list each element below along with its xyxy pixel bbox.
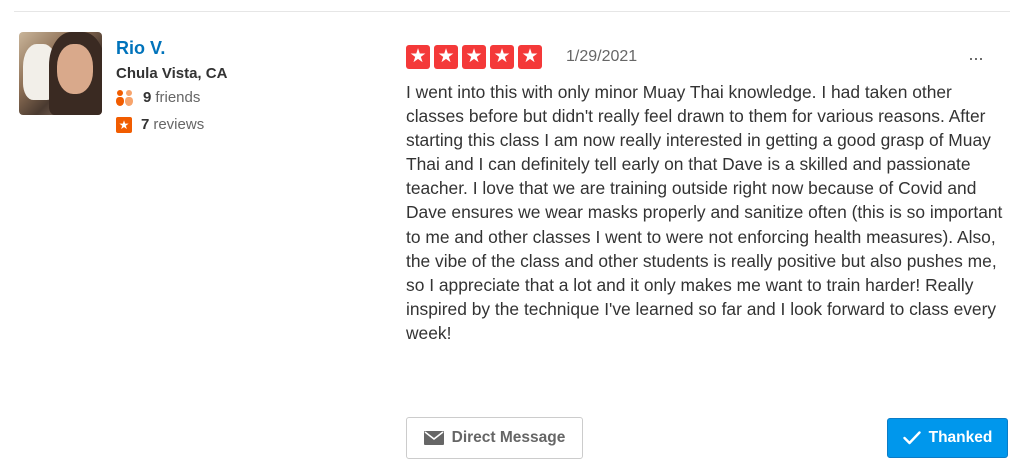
star-icon: ★ bbox=[434, 45, 458, 69]
star-rating: ★ ★ ★ ★ ★ bbox=[406, 45, 546, 69]
friends-count: 9 bbox=[143, 89, 152, 106]
thanked-button[interactable]: Thanked bbox=[887, 418, 1008, 458]
user-location: Chula Vista, CA bbox=[116, 65, 228, 82]
friends-label: friends bbox=[155, 89, 201, 106]
reviews-count: 7 bbox=[141, 116, 150, 133]
direct-message-button[interactable]: Direct Message bbox=[406, 417, 583, 459]
reviews-label: reviews bbox=[153, 116, 205, 133]
top-divider bbox=[14, 11, 1010, 12]
more-options-icon[interactable]: ··· bbox=[968, 48, 984, 69]
star-icon: ★ bbox=[518, 45, 542, 69]
friends-icon bbox=[116, 89, 134, 106]
avatar-face bbox=[57, 44, 93, 94]
user-name-link[interactable]: Rio V. bbox=[116, 38, 165, 59]
thanked-label: Thanked bbox=[928, 429, 993, 446]
star-icon: ★ bbox=[406, 45, 430, 69]
review-date: 1/29/2021 bbox=[566, 48, 638, 65]
star-icon: ★ bbox=[462, 45, 486, 69]
checkmark-icon bbox=[902, 431, 921, 445]
avatar[interactable] bbox=[19, 32, 102, 115]
review-text: I went into this with only minor Muay Th… bbox=[406, 82, 1003, 343]
star-icon: ★ bbox=[490, 45, 514, 69]
star-badge-icon: ★ bbox=[116, 116, 132, 133]
reviews-stat: ★ 7 reviews bbox=[116, 116, 204, 133]
direct-message-label: Direct Message bbox=[451, 429, 566, 446]
envelope-icon bbox=[423, 431, 444, 445]
friends-stat: 9 friends bbox=[116, 89, 200, 106]
